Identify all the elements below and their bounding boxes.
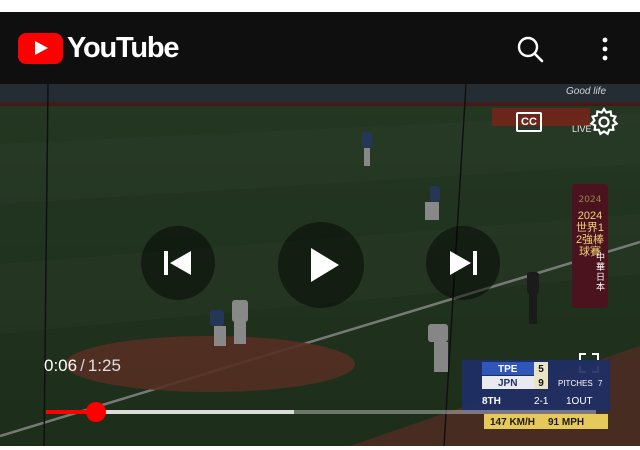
progress-scrubber-handle[interactable] (85, 402, 106, 422)
broadcast-live-badge: LIVE (572, 124, 592, 134)
current-time: 0:06 (44, 356, 78, 375)
pitches-value: 7 (598, 379, 603, 388)
broadcast-corner-text: Good life (566, 86, 607, 97)
broadcast-teams-banner: 中華 日本 (596, 252, 606, 292)
pitch-speed-kmh: 147 KM/H (490, 417, 535, 428)
inning: 8TH (482, 396, 501, 407)
team-1-score: 5 (538, 364, 544, 375)
more-vertical-icon (602, 37, 608, 61)
youtube-logo[interactable]: YouTube (18, 31, 180, 64)
previous-video-button[interactable] (141, 226, 215, 300)
time-display: 0:06/1:25 (44, 356, 121, 376)
team-2-score: 9 (538, 378, 544, 389)
skip-next-icon (450, 251, 477, 275)
more-options-button[interactable] (590, 34, 620, 64)
gear-icon (589, 107, 619, 136)
app-bar: YouTube (0, 12, 640, 84)
play-icon (311, 248, 339, 282)
search-icon (517, 36, 544, 63)
video-duration: 1:25 (87, 356, 121, 375)
captions-button[interactable]: CC (516, 112, 542, 132)
time-separator: / (80, 356, 85, 375)
progress-bar[interactable] (46, 402, 596, 422)
search-button[interactable] (515, 34, 545, 64)
team-2-name: JPN (498, 378, 517, 389)
broadcast-event-banner: 2024 世界12強棒球賽 (575, 210, 605, 258)
ball-strike-count: 2-1 (534, 396, 549, 407)
pitch-speed-mph: 91 MPH (548, 417, 584, 428)
youtube-play-logo-icon (18, 32, 63, 64)
broadcast-scoreboard: TPE 5 JPN 9 PITCHES 7 8TH 2-1 1OUT 147 K… (462, 360, 610, 429)
play-button[interactable] (278, 222, 364, 308)
next-video-button[interactable] (426, 226, 500, 300)
settings-button[interactable] (588, 106, 620, 138)
pitches-label: PITCHES (558, 379, 593, 388)
team-1-name: TPE (498, 364, 518, 375)
video-player[interactable]: 2024 CC 0:06/1:25 TPE 5 JPN 9 PITCHES 7 … (0, 84, 640, 446)
outs: 1OUT (566, 396, 593, 407)
skip-previous-icon (164, 251, 191, 275)
brand-name: YouTube (67, 31, 180, 64)
